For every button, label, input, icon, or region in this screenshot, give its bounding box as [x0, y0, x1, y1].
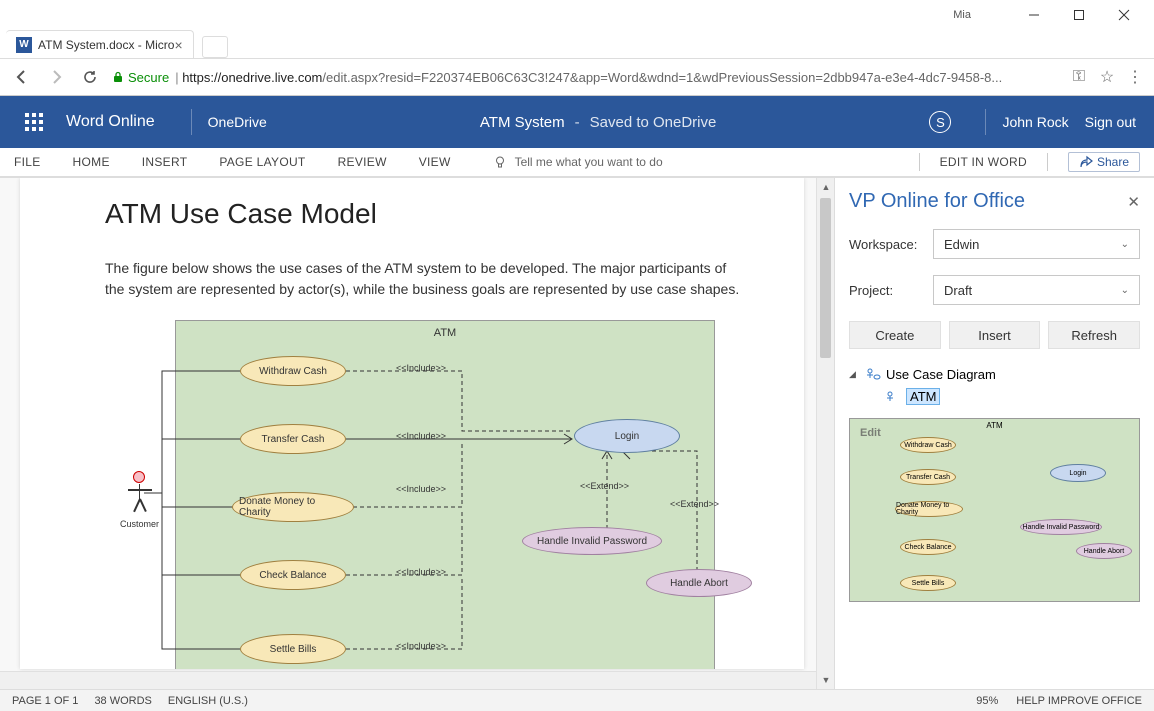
- usecase-invalid: Handle Invalid Password: [522, 527, 662, 555]
- usecase-login: Login: [574, 419, 680, 453]
- tab-title: ATM System.docx - Micro: [38, 38, 174, 52]
- back-button[interactable]: [10, 65, 34, 89]
- browser-tab[interactable]: W ATM System.docx - Micro ×: [6, 30, 194, 58]
- separator: [191, 109, 192, 135]
- usecase-withdraw: Withdraw Cash: [240, 356, 346, 386]
- browser-tab-strip: W ATM System.docx - Micro ×: [0, 30, 1154, 58]
- project-label: Project:: [849, 283, 933, 298]
- minimize-button[interactable]: [1011, 0, 1056, 30]
- create-button[interactable]: Create: [849, 321, 941, 349]
- thumb-edit-overlay: Edit: [860, 427, 881, 439]
- share-button[interactable]: Share: [1068, 152, 1140, 172]
- onedrive-link[interactable]: OneDrive: [208, 114, 267, 130]
- lock-icon: [112, 71, 124, 83]
- scroll-up-icon[interactable]: ▲: [817, 178, 834, 196]
- tab-close-icon[interactable]: ×: [174, 37, 182, 53]
- status-zoom[interactable]: 95%: [976, 695, 998, 707]
- content-area: ATM Use Case Model The figure below show…: [0, 178, 1154, 689]
- vp-close-icon[interactable]: ✕: [1127, 193, 1140, 211]
- refresh-button[interactable]: Refresh: [1048, 321, 1140, 349]
- tree-root[interactable]: ◢ Use Case Diagram: [849, 363, 1140, 385]
- vp-online-panel: VP Online for Office ✕ Workspace: Edwin⌄…: [834, 178, 1154, 689]
- edit-in-word-link[interactable]: EDIT IN WORD: [940, 155, 1027, 169]
- skype-icon[interactable]: S: [929, 111, 951, 133]
- address-bar[interactable]: Secure | https://onedrive.live.com/edit.…: [112, 70, 1060, 85]
- ribbon-tab-insert[interactable]: INSERT: [142, 155, 188, 169]
- os-titlebar: Mia: [0, 0, 1154, 30]
- usecase-transfer: Transfer Cash: [240, 424, 346, 454]
- vp-panel-title: VP Online for Office: [849, 190, 1127, 213]
- status-bar: PAGE 1 OF 1 38 WORDS ENGLISH (U.S.) 95% …: [0, 689, 1154, 711]
- usecase-diagram-icon: [865, 366, 881, 382]
- scroll-down-icon[interactable]: ▼: [817, 671, 834, 689]
- actor-customer: Customer: [120, 471, 159, 529]
- bookmark-star-icon[interactable]: ☆: [1098, 67, 1116, 87]
- status-page[interactable]: PAGE 1 OF 1: [12, 695, 78, 707]
- reload-button[interactable]: [78, 65, 102, 89]
- ribbon-tab-view[interactable]: VIEW: [419, 155, 451, 169]
- save-status: Saved to OneDrive: [590, 114, 717, 131]
- forward-button[interactable]: [44, 65, 68, 89]
- status-language[interactable]: ENGLISH (U.S.): [168, 695, 248, 707]
- workspace-label: Workspace:: [849, 237, 933, 252]
- doc-title-area: ATM System - Saved to OneDrive: [267, 114, 930, 131]
- key-icon[interactable]: ⚿: [1070, 68, 1088, 86]
- separator: [985, 109, 986, 135]
- diagram-tree: ◢ Use Case Diagram ATM: [849, 363, 1140, 408]
- horizontal-scrollbar[interactable]: [0, 671, 816, 689]
- share-icon: [1079, 155, 1093, 169]
- diagram-title: ATM: [434, 327, 456, 339]
- secure-badge: Secure: [112, 70, 169, 85]
- usecase-donate: Donate Money to Charity: [232, 492, 354, 522]
- usecase-icon: [885, 389, 901, 405]
- new-tab-button[interactable]: [202, 36, 228, 58]
- app-launcher-icon[interactable]: [18, 106, 50, 138]
- document-pane: ATM Use Case Model The figure below show…: [0, 178, 834, 689]
- document-page[interactable]: ATM Use Case Model The figure below show…: [20, 178, 804, 669]
- status-words[interactable]: 38 WORDS: [94, 695, 151, 707]
- usecase-balance: Check Balance: [240, 560, 346, 590]
- browser-toolbar: Secure | https://onedrive.live.com/edit.…: [0, 58, 1154, 96]
- lightbulb-icon: [493, 155, 507, 169]
- chevron-down-icon: ⌄: [1121, 285, 1129, 296]
- diagram-thumbnail[interactable]: Edit ATM Withdraw Cash Transfer Cash Don…: [849, 418, 1140, 602]
- word-header: Word Online OneDrive ATM System - Saved …: [0, 96, 1154, 148]
- usecase-settle: Settle Bills: [240, 634, 346, 664]
- project-select[interactable]: Draft⌄: [933, 275, 1140, 305]
- insert-button[interactable]: Insert: [949, 321, 1041, 349]
- close-window-button[interactable]: [1101, 0, 1146, 30]
- ribbon-tab-review[interactable]: REVIEW: [338, 155, 387, 169]
- document-heading: ATM Use Case Model: [105, 198, 744, 230]
- url-path: /edit.aspx?resid=F220374EB06C63C3!247&ap…: [322, 70, 1002, 85]
- ribbon-tab-home[interactable]: HOME: [73, 155, 110, 169]
- tree-child-atm[interactable]: ATM: [885, 385, 1140, 408]
- user-name[interactable]: John Rock: [1002, 114, 1068, 130]
- use-case-diagram[interactable]: ATM Customer: [175, 320, 715, 669]
- os-username: Mia: [953, 9, 971, 21]
- tell-me-search[interactable]: Tell me what you want to do: [493, 155, 663, 169]
- url-host: https://onedrive.live.com: [182, 70, 322, 85]
- ribbon-tab-page-layout[interactable]: PAGE LAYOUT: [219, 155, 305, 169]
- chevron-down-icon: ⌄: [1121, 239, 1129, 250]
- word-favicon: W: [16, 37, 32, 53]
- doc-title[interactable]: ATM System: [480, 114, 565, 131]
- signout-link[interactable]: Sign out: [1085, 114, 1136, 130]
- scroll-thumb[interactable]: [820, 198, 831, 358]
- ribbon: FILE HOME INSERT PAGE LAYOUT REVIEW VIEW…: [0, 148, 1154, 178]
- browser-menu-icon[interactable]: ⋮: [1126, 67, 1144, 87]
- app-name[interactable]: Word Online: [66, 113, 155, 131]
- tree-toggle-icon[interactable]: ◢: [849, 369, 861, 380]
- vertical-scrollbar[interactable]: ▲ ▼: [816, 178, 834, 689]
- ribbon-tab-file[interactable]: FILE: [14, 155, 41, 169]
- maximize-button[interactable]: [1056, 0, 1101, 30]
- workspace-select[interactable]: Edwin⌄: [933, 229, 1140, 259]
- document-paragraph: The figure below shows the use cases of …: [105, 258, 744, 300]
- status-help[interactable]: HELP IMPROVE OFFICE: [1016, 695, 1142, 707]
- usecase-abort: Handle Abort: [646, 569, 752, 597]
